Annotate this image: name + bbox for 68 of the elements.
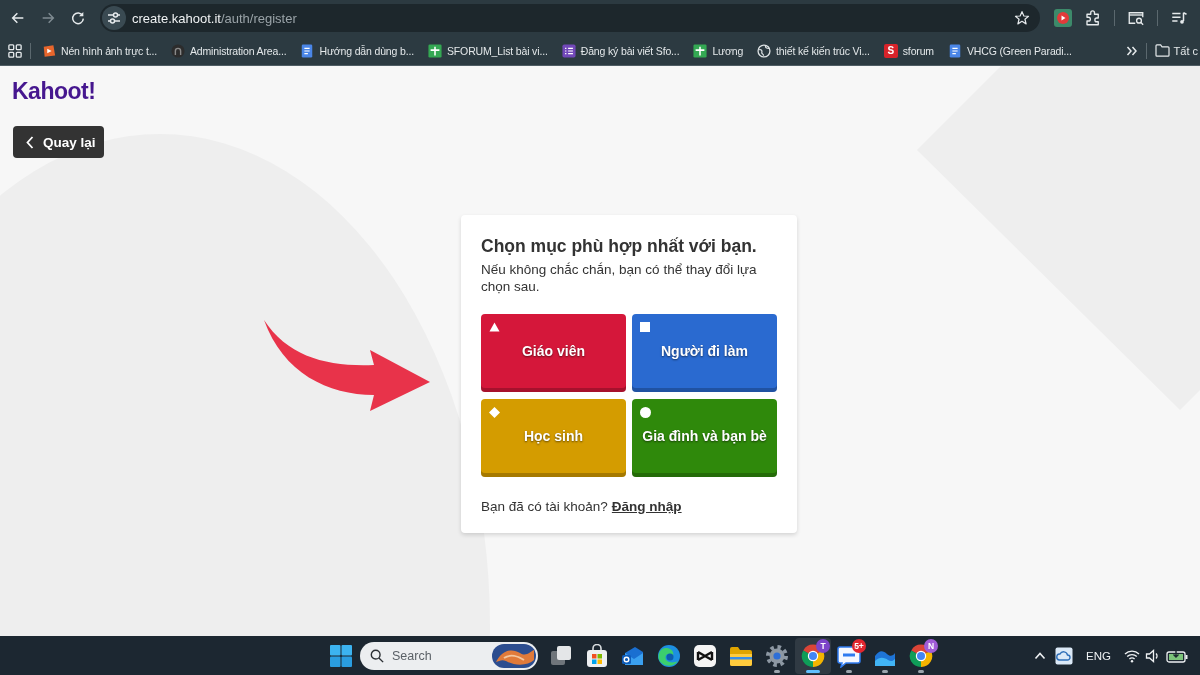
- triangle-icon: [489, 322, 500, 332]
- settings-icon: [765, 643, 789, 668]
- document-icon: [947, 43, 962, 58]
- double-chevron-icon: [1125, 44, 1138, 57]
- landscape-art-icon: [492, 643, 536, 668]
- cloud-tile-icon: [1055, 646, 1074, 665]
- wifi-icon: [1124, 648, 1140, 663]
- diamond-icon: [489, 407, 500, 418]
- bookmark-star-icon: [1014, 10, 1030, 26]
- back-arrow-icon: [10, 10, 26, 26]
- search-placeholder: Search: [392, 648, 433, 663]
- globe-icon: [757, 43, 772, 58]
- bookmark-item[interactable]: S sforum: [880, 38, 937, 63]
- notification-badge: 5+: [852, 638, 866, 653]
- role-option[interactable]: Người đi làm: [632, 314, 777, 392]
- form-list-icon: [561, 43, 576, 58]
- square-icon: [640, 322, 650, 332]
- bookmark-item[interactable]: Nén hình ảnh trực t...: [39, 38, 160, 63]
- bookmark-item[interactable]: VHCG (Green Paradi...: [944, 38, 1075, 63]
- battery-charging-icon: [1166, 648, 1188, 663]
- notification-badge: T: [816, 638, 830, 653]
- puzzle-icon: [1084, 9, 1102, 27]
- circle-icon: [640, 407, 651, 418]
- spreadsheet-icon: [693, 43, 708, 58]
- all-bookmarks-button[interactable]: Tất c: [1154, 44, 1200, 57]
- bookmark-item[interactable]: Đăng ký bài viết Sfo...: [558, 38, 683, 63]
- bookmark-item[interactable]: thiết kế kiến trúc Vi...: [754, 38, 873, 63]
- notification-badge: N: [924, 638, 938, 653]
- search-field[interactable]: Search: [360, 641, 538, 670]
- taskbar-app[interactable]: N: [903, 637, 939, 674]
- letter-favicon: S: [883, 43, 898, 58]
- round-browser-icon: [909, 643, 933, 668]
- taskbar-app[interactable]: T: [795, 637, 831, 674]
- app-tile-icon: [693, 643, 717, 668]
- reload-icon: [70, 10, 86, 26]
- record-extension-icon: [1054, 9, 1072, 27]
- start-grid-icon: [330, 644, 352, 667]
- login-link[interactable]: Đăng nhập: [611, 498, 682, 515]
- address-bar[interactable]: create.kahoot.it/auth/register: [100, 4, 1040, 32]
- document-icon: [300, 43, 315, 58]
- apps-grid-icon: [8, 43, 22, 58]
- bookmark-item[interactable]: Hướng dẫn dùng b...: [297, 38, 417, 63]
- site-settings-icon: [102, 6, 126, 30]
- chevron-left-icon: [26, 135, 34, 149]
- round-browser-icon: [801, 643, 825, 668]
- back-button[interactable]: Quay lại: [13, 126, 104, 158]
- folder-outline-icon: [1154, 44, 1170, 57]
- shopping-bag-icon: [585, 643, 609, 668]
- swirl-browser-icon: [657, 643, 681, 668]
- search-icon: [370, 648, 384, 663]
- card-title: Chọn mục phù hợp nhất với bạn.: [481, 235, 758, 257]
- card-subtitle: Nếu không chắc chắn, bạn có thể thay đổi lựa chọn sau.: [481, 261, 758, 295]
- round-logo-icon: [170, 43, 185, 58]
- login-prompt: Bạn đã có tài khoản?: [481, 498, 608, 515]
- language-indicator[interactable]: ENG: [1086, 649, 1111, 662]
- tab-search-icon: [1127, 9, 1145, 27]
- logo-text: Kahoot!: [12, 77, 96, 105]
- spreadsheet-icon: [428, 43, 442, 58]
- overlapping-squares-icon: [549, 643, 573, 668]
- bookmark-item[interactable]: Lương: [690, 38, 747, 63]
- forward-arrow-icon: [40, 10, 56, 26]
- taskbar-app[interactable]: 5+: [831, 637, 867, 674]
- play-image-icon: [42, 43, 56, 58]
- speaker-icon: [1145, 648, 1161, 663]
- bookmark-item[interactable]: SFORUM_List bài vi...: [425, 38, 551, 63]
- bookmark-item[interactable]: Administration Area...: [167, 38, 290, 63]
- role-option[interactable]: Gia đình và bạn bè: [632, 399, 777, 477]
- role-option[interactable]: Giáo viên: [481, 314, 626, 392]
